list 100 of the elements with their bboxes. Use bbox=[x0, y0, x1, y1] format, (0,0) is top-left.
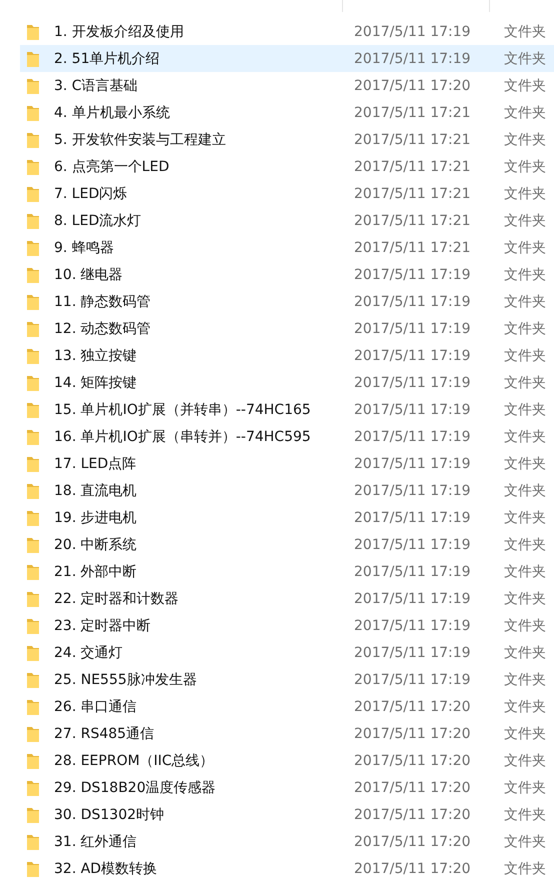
folder-icon bbox=[27, 590, 39, 606]
folder-icon bbox=[27, 240, 39, 256]
folder-name: 5. 开发软件安装与工程建立 bbox=[54, 130, 227, 148]
item-type: 文件夹 bbox=[504, 724, 546, 742]
folder-name: 21. 外部中断 bbox=[54, 562, 138, 580]
folder-row[interactable]: 14. 矩阵按键 2017/5/11 17:19 文件夹 bbox=[20, 369, 554, 396]
modified-date: 2017/5/11 17:19 bbox=[354, 564, 472, 580]
modified-date: 2017/5/11 17:19 bbox=[354, 294, 472, 310]
folder-name: 1. 开发板介绍及使用 bbox=[54, 22, 185, 40]
folder-icon bbox=[27, 266, 39, 282]
folder-icon bbox=[27, 402, 39, 418]
item-type: 文件夹 bbox=[504, 806, 546, 824]
folder-row[interactable]: 22. 定时器和计数器 2017/5/11 17:19 文件夹 bbox=[20, 585, 554, 612]
item-type: 文件夹 bbox=[504, 400, 546, 418]
folder-icon bbox=[27, 294, 39, 310]
folder-row[interactable]: 7. LED闪烁 2017/5/11 17:21 文件夹 bbox=[20, 180, 554, 207]
folder-row[interactable]: 32. AD模数转换 2017/5/11 17:20 文件夹 bbox=[20, 855, 554, 882]
folder-name: 16. 单片机IO扩展（串转并）--74HC595 bbox=[54, 428, 312, 446]
folder-name: 9. 蜂鸣器 bbox=[54, 238, 115, 256]
folder-row[interactable]: 5. 开发软件安装与工程建立 2017/5/11 17:21 文件夹 bbox=[20, 126, 554, 153]
folder-row[interactable]: 21. 外部中断 2017/5/11 17:19 文件夹 bbox=[20, 558, 554, 585]
folder-row[interactable]: 18. 直流电机 2017/5/11 17:19 文件夹 bbox=[20, 477, 554, 504]
item-type: 文件夹 bbox=[504, 616, 546, 634]
folder-icon bbox=[27, 456, 39, 472]
modified-date: 2017/5/11 17:20 bbox=[354, 780, 472, 796]
folder-row[interactable]: 25. NE555脉冲发生器 2017/5/11 17:19 文件夹 bbox=[20, 666, 554, 693]
folder-row[interactable]: 2. 51单片机介绍 2017/5/11 17:19 文件夹 bbox=[20, 45, 554, 72]
item-type: 文件夹 bbox=[504, 76, 546, 94]
item-type: 文件夹 bbox=[504, 292, 546, 310]
modified-date: 2017/5/11 17:21 bbox=[354, 132, 472, 148]
modified-date: 2017/5/11 17:21 bbox=[354, 104, 472, 120]
folder-name: 23. 定时器中断 bbox=[54, 616, 152, 634]
item-type: 文件夹 bbox=[504, 698, 546, 716]
folder-name: 29. DS18B20温度传感器 bbox=[54, 778, 217, 796]
folder-row[interactable]: 30. DS1302时钟 2017/5/11 17:20 文件夹 bbox=[20, 801, 554, 828]
folder-icon bbox=[27, 482, 39, 498]
modified-date: 2017/5/11 17:19 bbox=[354, 428, 472, 444]
folder-icon bbox=[27, 374, 39, 390]
folder-name: 15. 单片机IO扩展（并转串）--74HC165 bbox=[54, 400, 312, 418]
folder-name: 6. 点亮第一个LED bbox=[54, 158, 170, 176]
folder-row[interactable]: 15. 单片机IO扩展（并转串）--74HC165 2017/5/11 17:19 文件夹 bbox=[20, 396, 554, 423]
folder-row[interactable]: 24. 交通灯 2017/5/11 17:19 文件夹 bbox=[20, 639, 554, 666]
folder-icon bbox=[27, 212, 39, 228]
folder-name: 14. 矩阵按键 bbox=[54, 374, 138, 392]
folder-row[interactable]: 31. 红外通信 2017/5/11 17:20 文件夹 bbox=[20, 828, 554, 855]
folder-icon bbox=[27, 158, 39, 174]
folder-name: 8. LED流水灯 bbox=[54, 212, 142, 230]
folder-row[interactable]: 3. C语言基础 2017/5/11 17:20 文件夹 bbox=[20, 72, 554, 99]
folder-name: 3. C语言基础 bbox=[54, 76, 139, 94]
folder-icon bbox=[27, 510, 39, 526]
folder-row[interactable]: 8. LED流水灯 2017/5/11 17:21 文件夹 bbox=[20, 207, 554, 234]
folder-row[interactable]: 1. 开发板介绍及使用 2017/5/11 17:19 文件夹 bbox=[20, 18, 554, 45]
folder-icon bbox=[27, 564, 39, 580]
folder-icon bbox=[27, 186, 39, 202]
item-type: 文件夹 bbox=[504, 238, 546, 256]
folder-icon bbox=[27, 752, 39, 768]
item-type: 文件夹 bbox=[504, 130, 546, 148]
modified-date: 2017/5/11 17:20 bbox=[354, 834, 472, 850]
item-type: 文件夹 bbox=[504, 22, 546, 40]
modified-date: 2017/5/11 17:20 bbox=[354, 78, 472, 94]
folder-row[interactable]: 9. 蜂鸣器 2017/5/11 17:21 文件夹 bbox=[20, 234, 554, 261]
modified-date: 2017/5/11 17:20 bbox=[354, 752, 472, 768]
folder-icon bbox=[27, 24, 39, 40]
folder-name: 13. 独立按键 bbox=[54, 346, 138, 364]
folder-row[interactable]: 28. EEPROM（IIC总线） 2017/5/11 17:20 文件夹 bbox=[20, 747, 554, 774]
modified-date: 2017/5/11 17:19 bbox=[354, 644, 472, 660]
folder-row[interactable]: 26. 串口通信 2017/5/11 17:20 文件夹 bbox=[20, 693, 554, 720]
item-type: 文件夹 bbox=[504, 562, 546, 580]
folder-name: 27. RS485通信 bbox=[54, 724, 156, 742]
folder-row[interactable]: 16. 单片机IO扩展（串转并）--74HC595 2017/5/11 17:19 文件夹 bbox=[20, 423, 554, 450]
folder-icon bbox=[27, 672, 39, 688]
folder-name: 26. 串口通信 bbox=[54, 698, 138, 716]
folder-row[interactable]: 6. 点亮第一个LED 2017/5/11 17:21 文件夹 bbox=[20, 153, 554, 180]
modified-date: 2017/5/11 17:19 bbox=[354, 456, 472, 472]
item-type: 文件夹 bbox=[504, 158, 546, 176]
modified-date: 2017/5/11 17:19 bbox=[354, 672, 472, 688]
folder-row[interactable]: 4. 单片机最小系统 2017/5/11 17:21 文件夹 bbox=[20, 99, 554, 126]
folder-row[interactable]: 29. DS18B20温度传感器 2017/5/11 17:20 文件夹 bbox=[20, 774, 554, 801]
item-type: 文件夹 bbox=[504, 832, 546, 850]
folder-row[interactable]: 13. 独立按键 2017/5/11 17:19 文件夹 bbox=[20, 342, 554, 369]
modified-date: 2017/5/11 17:19 bbox=[354, 618, 472, 634]
item-type: 文件夹 bbox=[504, 860, 546, 878]
folder-row[interactable]: 10. 继电器 2017/5/11 17:19 文件夹 bbox=[20, 261, 554, 288]
folder-row[interactable]: 11. 静态数码管 2017/5/11 17:19 文件夹 bbox=[20, 288, 554, 315]
folder-name: 18. 直流电机 bbox=[54, 482, 138, 500]
folder-name: 25. NE555脉冲发生器 bbox=[54, 670, 198, 688]
folder-row[interactable]: 27. RS485通信 2017/5/11 17:20 文件夹 bbox=[20, 720, 554, 747]
folder-row[interactable]: 20. 中断系统 2017/5/11 17:19 文件夹 bbox=[20, 531, 554, 558]
modified-date: 2017/5/11 17:20 bbox=[354, 726, 472, 742]
modified-date: 2017/5/11 17:19 bbox=[354, 348, 472, 364]
folder-row[interactable]: 12. 动态数码管 2017/5/11 17:19 文件夹 bbox=[20, 315, 554, 342]
folder-name: 31. 红外通信 bbox=[54, 832, 138, 850]
folder-row[interactable]: 23. 定时器中断 2017/5/11 17:19 文件夹 bbox=[20, 612, 554, 639]
item-type: 文件夹 bbox=[504, 320, 546, 338]
folder-row[interactable]: 19. 步进电机 2017/5/11 17:19 文件夹 bbox=[20, 504, 554, 531]
folder-row[interactable]: 17. LED点阵 2017/5/11 17:19 文件夹 bbox=[20, 450, 554, 477]
folder-icon bbox=[27, 806, 39, 822]
item-type: 文件夹 bbox=[504, 104, 546, 122]
folder-icon bbox=[27, 644, 39, 660]
item-type: 文件夹 bbox=[504, 374, 546, 392]
